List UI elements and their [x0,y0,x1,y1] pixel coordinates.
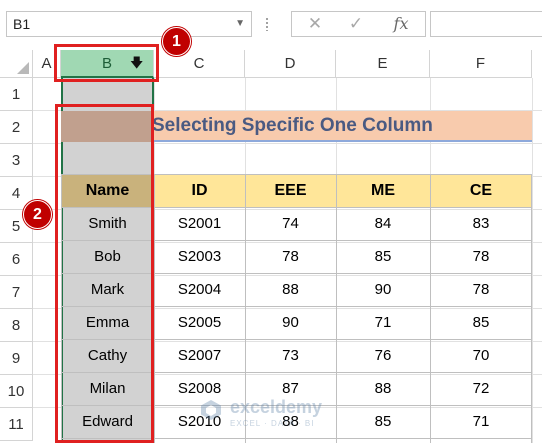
cell-me[interactable]: 85 [336,241,430,273]
header-eee[interactable]: EEE [245,174,336,207]
cell-id[interactable]: S2010 [154,406,245,438]
cell-ce[interactable]: 78 [430,241,532,273]
formula-bar-grip-icon[interactable] [265,17,269,31]
cell-id[interactable]: S2008 [154,373,245,405]
cell-ce[interactable]: 71 [430,406,532,438]
select-all-corner[interactable] [0,50,33,78]
cancel-icon[interactable]: ✕ [300,12,330,36]
cell-ce[interactable]: 83 [430,208,532,240]
insert-function-icon[interactable]: fx [386,12,416,36]
header-me[interactable]: ME [336,174,430,207]
cell-id[interactable]: S2007 [154,340,245,372]
cell-eee[interactable]: 74 [245,208,336,240]
name-box-dropdown-icon[interactable]: ▼ [235,12,245,36]
cell-eee[interactable]: 88 [245,406,336,438]
step-1-badge: 1 [162,27,191,56]
row-header-2[interactable]: 2 [0,111,33,144]
column-header-f[interactable]: F [430,50,532,78]
step-2-badge: 2 [23,200,52,229]
header-ce[interactable]: CE [430,174,532,207]
cell-eee[interactable]: 87 [245,373,336,405]
cell-id[interactable]: S2001 [154,208,245,240]
cell-eee[interactable]: 73 [245,340,336,372]
cell-ce[interactable]: 78 [430,274,532,306]
callout-box-column-cells [55,104,154,443]
enter-icon[interactable]: ✓ [341,12,371,36]
header-id[interactable]: ID [154,174,245,207]
row-header-8[interactable]: 8 [0,309,33,342]
cell-ce[interactable]: 85 [430,307,532,339]
cell-eee[interactable]: 78 [245,241,336,273]
select-all-icon [17,62,29,74]
cell-me[interactable]: 71 [336,307,430,339]
column-header-d[interactable]: D [245,50,336,78]
cell-id[interactable]: S2005 [154,307,245,339]
row-header-9[interactable]: 9 [0,342,33,375]
cell-ce[interactable]: 70 [430,340,532,372]
row-header-11[interactable]: 11 [0,408,33,441]
row-header-1[interactable]: 1 [0,78,33,111]
formula-buttons: ✕ ✓ fx [291,11,426,37]
cell-me[interactable]: 88 [336,373,430,405]
formula-bar: B1 ▼ ✕ ✓ fx [0,0,542,50]
grid-line [532,78,533,443]
name-box-value: B1 [13,16,31,32]
column-header-c[interactable]: C [154,50,245,78]
row-header-7[interactable]: 7 [0,276,33,309]
cell-eee[interactable]: 88 [245,274,336,306]
row-header-3[interactable]: 3 [0,144,33,177]
cell-id[interactable]: S2003 [154,241,245,273]
column-header-e[interactable]: E [336,50,430,78]
cell-me[interactable]: 84 [336,208,430,240]
row-header-10[interactable]: 10 [0,375,33,408]
sheet-title: Selecting Specific One Column [152,115,433,136]
name-box[interactable]: B1 ▼ [6,11,252,37]
cell-me[interactable]: 90 [336,274,430,306]
cell-id[interactable]: S2004 [154,274,245,306]
cell-eee[interactable]: 90 [245,307,336,339]
cell-ce[interactable]: 72 [430,373,532,405]
cell-me[interactable]: 76 [336,340,430,372]
callout-box-column-header [54,44,159,82]
cell-me[interactable]: 85 [336,406,430,438]
formula-input[interactable] [430,11,542,37]
row-header-6[interactable]: 6 [0,243,33,276]
